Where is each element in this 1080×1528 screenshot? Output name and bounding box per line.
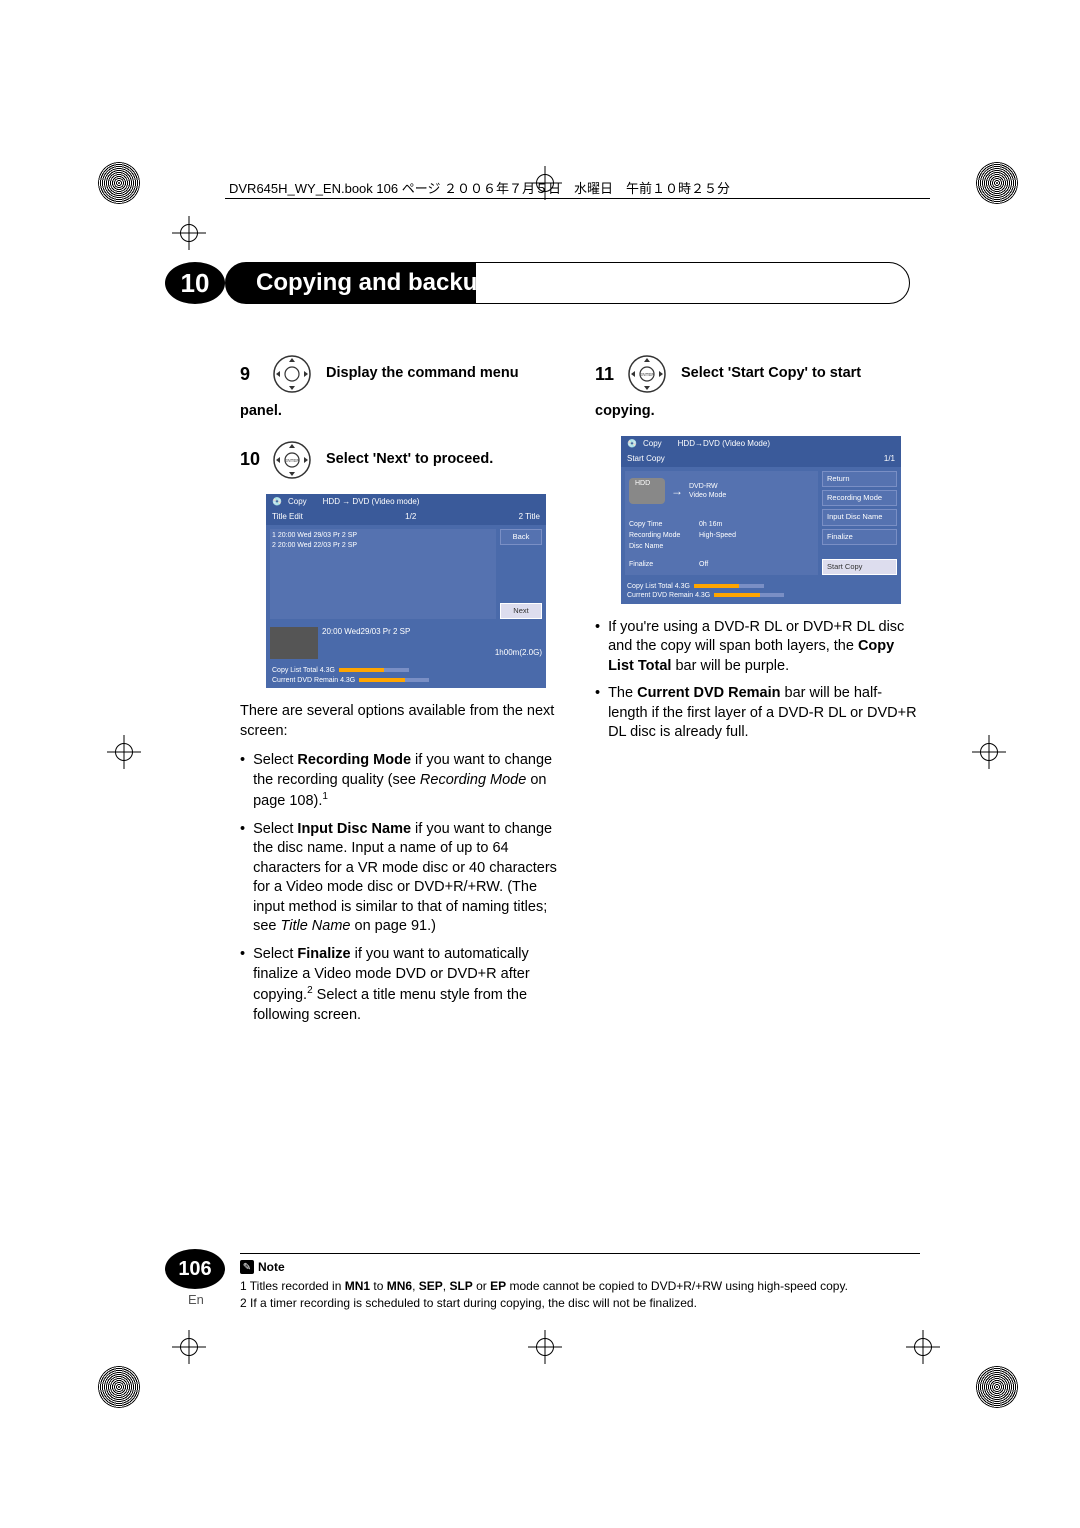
step-number: 10 [240, 447, 258, 471]
bullet-item: Select Recording Mode if you want to cha… [240, 751, 565, 812]
footnote-separator: ✎ Note 1 Titles recorded in MN1 to MN6, … [240, 1253, 920, 1312]
preview-thumb [270, 627, 318, 659]
left-column: 9 Display the command menu panel. 10 ENT… [240, 350, 565, 1033]
recording-mode-button: Recording Mode [822, 490, 897, 506]
ui-screenshot-copy-list: 💿 Copy HDD → DVD (Video mode) Title Edit… [266, 494, 546, 688]
finalize-button: Finalize [822, 529, 897, 545]
crop-ornament-tl [98, 162, 140, 204]
next-button: Next [500, 603, 542, 619]
step-text: Display the command menu [326, 364, 519, 384]
crop-ornament-br [976, 1366, 1018, 1408]
step-text: Select 'Start Copy' to start [681, 364, 861, 384]
input-disc-name-button: Input Disc Name [822, 509, 897, 525]
page-number-badge: 106 [165, 1249, 225, 1289]
crop-ornament-tr [976, 162, 1018, 204]
return-button: Return [822, 471, 897, 487]
footnote-2: 2 If a timer recording is scheduled to s… [240, 1295, 920, 1312]
step-text-continued: copying. [595, 402, 920, 422]
intro-text: There are several options available from… [240, 702, 565, 741]
step-text: Select 'Next' to proceed. [326, 450, 493, 470]
chapter-title: Copying and backup [226, 269, 492, 297]
svg-text:ENTER: ENTER [284, 458, 300, 463]
right-column: 11 ENTER Select 'Start Copy' to start co… [595, 350, 920, 1033]
note-label: Note [258, 1260, 285, 1274]
bullet-item: Select Input Disc Name if you want to ch… [240, 820, 565, 937]
crosshair-mark [107, 735, 141, 769]
crosshair-mark [528, 1330, 562, 1364]
doc-header: DVR645H_WY_EN.book 106 ページ ２００６年７月５日 水曜日… [229, 178, 730, 197]
chapter-number-badge: 10 [165, 262, 225, 304]
bullet-item: The Current DVD Remain bar will be half-… [595, 684, 920, 743]
header-rule [225, 198, 930, 199]
page-language: En [188, 1292, 204, 1307]
enter-button-icon: ENTER [623, 350, 671, 398]
crosshair-mark [172, 1330, 206, 1364]
bullet-item: Select Finalize if you want to automatic… [240, 945, 565, 1025]
svg-text:ENTER: ENTER [639, 372, 655, 377]
enter-button-icon: ENTER [268, 436, 316, 484]
start-copy-button: Start Copy [822, 559, 897, 575]
ui-screenshot-start-copy: 💿 Copy HDD→DVD (Video Mode) Start Copy 1… [621, 436, 901, 604]
crop-ornament-bl [98, 1366, 140, 1408]
crosshair-mark [972, 735, 1006, 769]
step-text-continued: panel. [240, 402, 565, 422]
chapter-title-bar: Copying and backup [225, 262, 910, 304]
step-number: 9 [240, 362, 258, 386]
note-icon: ✎ [240, 1260, 254, 1274]
enter-button-icon [268, 350, 316, 398]
crosshair-mark [906, 1330, 940, 1364]
crosshair-mark [172, 216, 206, 250]
bullet-item: If you're using a DVD-R DL or DVD+R DL d… [595, 618, 920, 677]
step-number: 11 [595, 362, 613, 386]
back-button: Back [500, 529, 542, 545]
footnote-1: 1 Titles recorded in MN1 to MN6, SEP, SL… [240, 1278, 920, 1295]
